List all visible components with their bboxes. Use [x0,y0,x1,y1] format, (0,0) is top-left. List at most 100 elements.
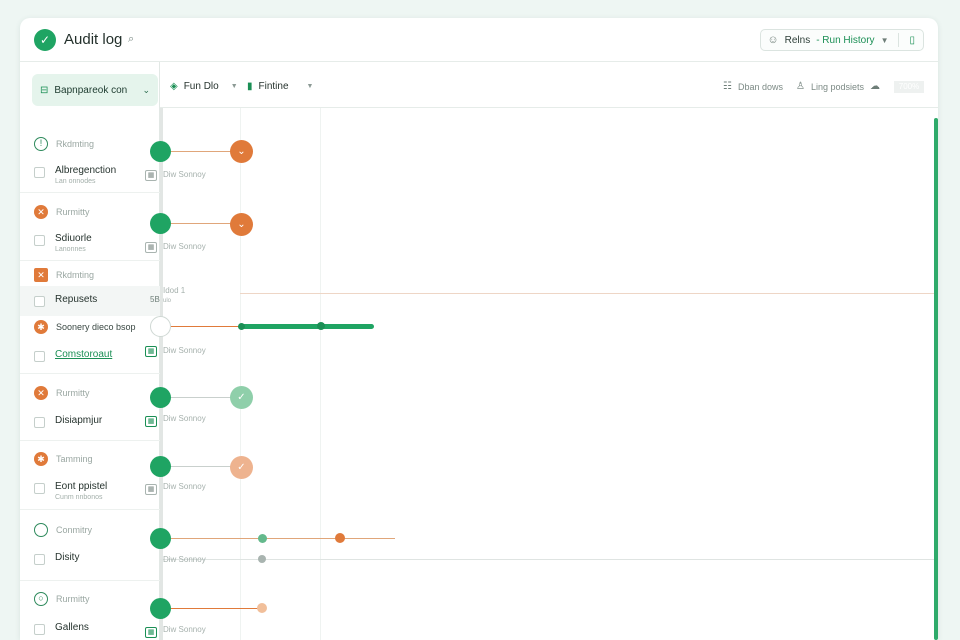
start-marker[interactable] [150,528,171,549]
progress-bar [242,324,374,329]
divider [20,373,160,374]
group-status-label: Tamming [56,454,93,464]
end-marker[interactable]: ⌄ [230,140,253,163]
row-subtitle: Lan onnodes [55,178,96,185]
fail-icon: ✕ [34,386,48,400]
row-checkbox[interactable] [34,417,45,428]
group-status-label: Rurmitty [56,207,90,217]
row-title: Albregenction [55,165,117,176]
start-marker[interactable] [150,141,171,162]
start-marker[interactable] [150,387,171,408]
list-item[interactable]: Repusets [34,294,97,307]
log-icon[interactable]: ▦ [145,346,157,357]
shield-icon: ◈ [170,81,178,92]
group-status: ✕ Rkdmting [34,268,94,282]
list-item[interactable]: Disity [34,552,79,565]
list-item[interactable]: Albregenction Lan onnodes [34,165,116,185]
row-checkbox[interactable] [34,351,45,362]
row-title: Repusets [55,294,98,305]
smile-icon: ☺ [767,34,779,46]
clock-icon: ! [34,137,48,151]
row-checkbox[interactable] [34,624,45,635]
duration-bar [160,538,395,539]
list-item[interactable]: Disiapmjur [34,415,102,428]
marker-label: Idod 1 [163,286,186,295]
row-title: Gallens [55,622,89,633]
divider [898,33,900,47]
end-marker[interactable]: ⌄ [230,213,253,236]
app-window: ✓ Audit log ⌕ ☺ Relns - Run History ▼ ▯ … [20,18,938,640]
row-label: Diw Sonnoy [163,242,206,251]
row-subtitle: Lanonnes [55,246,86,253]
row-checkbox[interactable] [34,235,45,246]
branch-label: Bapnpareok con [54,84,128,96]
row-title: Eont ppistel [55,481,108,492]
checkpoint-marker[interactable] [317,322,325,330]
divider [20,509,160,510]
run-filter-label: Fun Dlo [183,81,219,92]
row-checkbox[interactable] [34,483,45,494]
row-checkbox[interactable] [34,296,45,307]
start-marker[interactable] [150,598,171,619]
page-title: Audit log [64,31,123,48]
row-title[interactable]: Comstoroaut [55,349,112,360]
chevron-down-icon: ▼ [230,83,238,90]
row-text: Disiapmjur [55,415,102,426]
start-marker[interactable] [150,213,171,234]
checkpoint-marker[interactable] [258,555,266,563]
group-status: ✱ Soonery dieco bsop [34,320,136,334]
log-icon[interactable]: ▦ [145,416,157,427]
log-label: Ling podsiets [810,81,865,92]
row-checkbox[interactable] [34,167,45,178]
list-item[interactable]: Gallens [34,622,89,635]
list-item[interactable]: Eont ppistel Cunm nnbonos [34,481,107,501]
row-title: Disity [55,552,80,563]
run-filter-dropdown[interactable]: ◈ Fun Dlo ▼ [170,81,238,92]
error-icon: ✱ [34,452,48,466]
row-label: Diw Sonnoy [163,346,206,355]
search-icon[interactable]: ⌕ [128,33,134,46]
selected-marker[interactable] [150,316,171,337]
start-marker[interactable] [150,456,171,477]
log-icon[interactable]: ▦ [145,242,157,253]
row-count: 5B [150,295,160,304]
group-status-label: Rkdmting [56,139,95,149]
list-item[interactable]: Comstoroaut [34,349,112,362]
chevron-down-icon: ▼ [306,83,314,90]
chevron-down-icon: ⌄ [142,84,150,95]
document-icon[interactable]: ▯ [909,35,915,46]
show-toggle[interactable]: ☷ Dban dows [723,81,783,92]
checkpoint-marker[interactable] [238,323,245,330]
checkpoint-marker[interactable] [258,534,267,543]
run-history-button[interactable]: ☺ Relns - Run History ▼ ▯ [760,29,924,51]
checkpoint-marker[interactable] [257,603,267,613]
log-toggle[interactable]: ♙ Ling podsiets ☁ [796,81,880,92]
row-title: Sdiuorle [55,233,92,244]
group-status: ✕ Rurmitty [34,386,90,400]
branch-select[interactable]: ⊟ Bapnpareok con ⌄ [32,74,158,106]
zoom-level[interactable]: 700% [894,81,924,93]
row-text: Eont ppistel Cunm nnbonos [55,481,107,501]
group-status: ! Rkdmting [34,137,94,151]
group-status-label: Soonery dieco bsop [56,322,136,332]
row-checkbox[interactable] [34,554,45,565]
fail-icon: ✕ [34,205,48,219]
timeline-canvas: ⌄ ▦ Diw Sonnoy ⌄ ▦ Diw Sonnoy Idod 1 ulo… [145,108,938,640]
divider [20,260,160,261]
row-title: Disiapmjur [55,415,103,426]
log-icon[interactable]: ▦ [145,484,157,495]
list-item[interactable]: Sdiuorle Lanonnes [34,233,92,253]
duration-bar [160,608,260,609]
log-icon[interactable]: ▦ [145,627,157,638]
end-marker[interactable]: ✓ [230,386,253,409]
end-marker[interactable]: ✓ [230,456,253,479]
checkpoint-marker[interactable] [335,533,345,543]
divider [20,192,160,193]
timeline-filter-dropdown[interactable]: ▮ Fintine ▼ [247,81,313,92]
row-label: Diw Sonnoy [163,170,206,179]
table-icon: ☷ [723,81,732,92]
row-text: Repusets [55,294,97,305]
log-icon[interactable]: ▦ [145,170,157,181]
group-status-label: Rurmitty [56,594,90,604]
vertical-scrollbar[interactable] [934,118,938,640]
